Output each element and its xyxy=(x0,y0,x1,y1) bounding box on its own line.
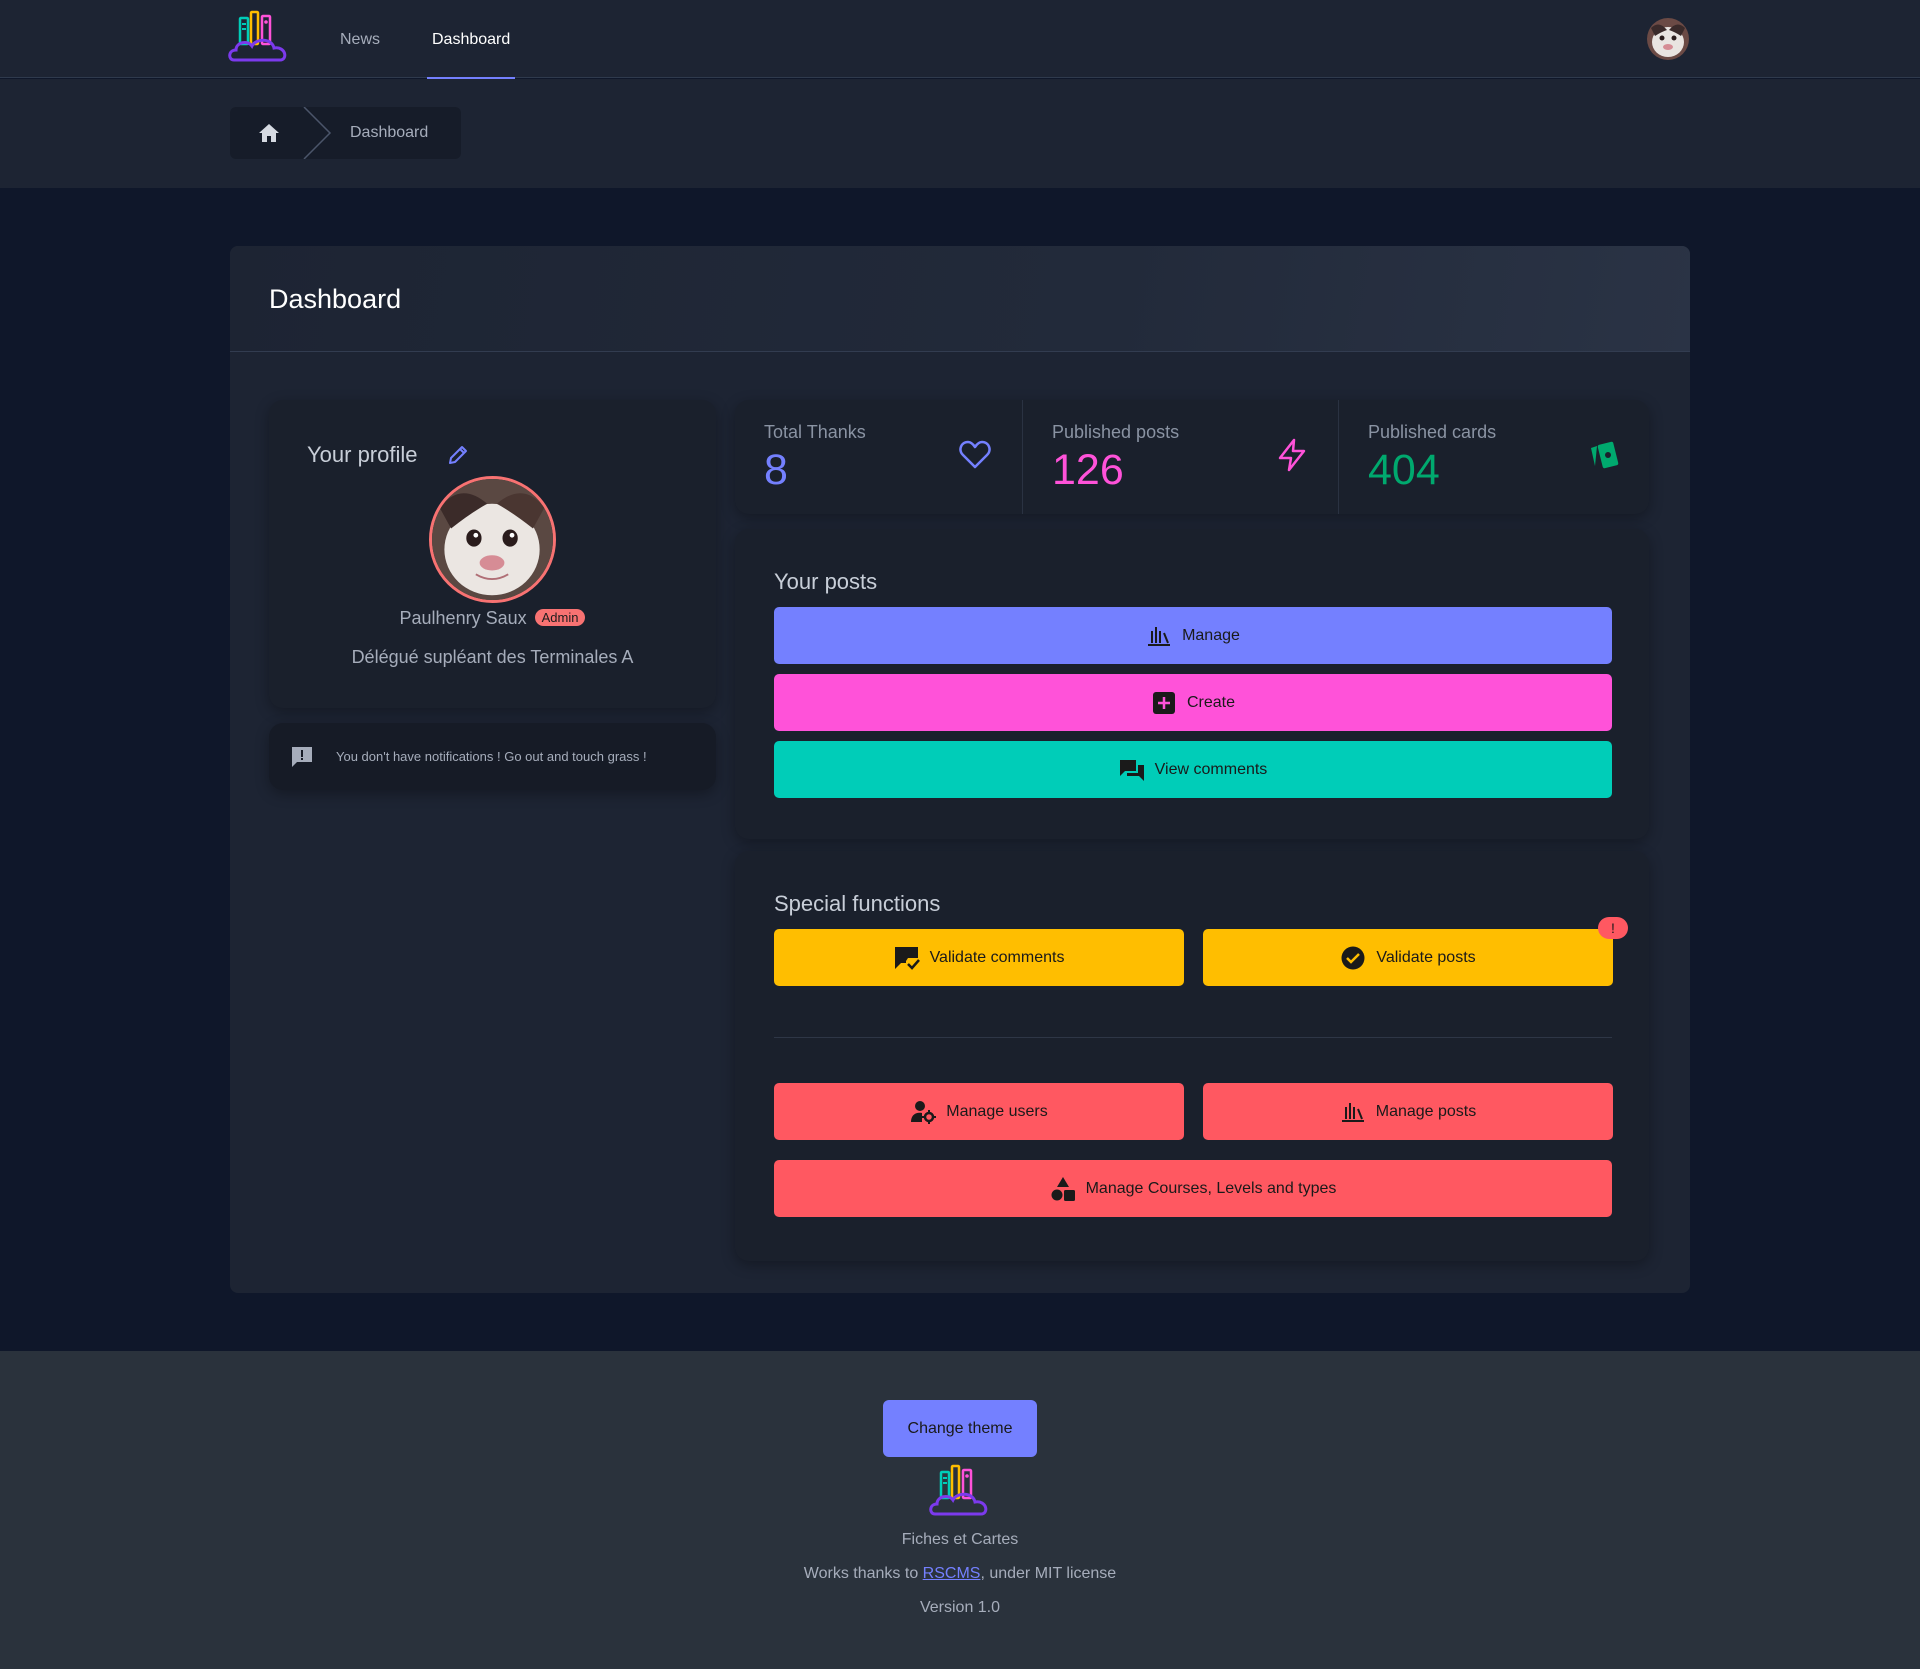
books-cloud-logo xyxy=(929,1464,988,1516)
page-title: Dashboard xyxy=(269,284,402,314)
footer-version: Version 1.0 xyxy=(919,1599,1001,1616)
breadcrumb-current: Dashboard xyxy=(350,124,429,141)
profile-card: Your profile Paulhenry Saux Admin Délégu… xyxy=(269,400,716,708)
announcement-icon xyxy=(292,747,312,767)
dashboard-header: Dashboard xyxy=(230,246,1690,352)
heart-icon xyxy=(959,440,991,469)
user-avatar[interactable] xyxy=(1647,18,1689,60)
user-gear-icon xyxy=(911,1100,937,1124)
stat-value: 126 xyxy=(1052,446,1124,494)
create-post-button[interactable]: Create xyxy=(774,674,1612,731)
button-label: Validate comments xyxy=(929,948,1065,966)
special-functions-card: Special functions Validate comments Vali… xyxy=(735,851,1649,1261)
notification-text: You don't have notifications ! Go out an… xyxy=(336,749,647,764)
credits-suffix: , under MIT license xyxy=(980,1565,1117,1582)
admin-badge: Admin xyxy=(534,609,586,626)
comments-icon xyxy=(1119,759,1144,781)
manage-posts-button[interactable]: Manage xyxy=(774,607,1612,664)
manage-courses-button[interactable]: Manage Courses, Levels and types xyxy=(774,1160,1612,1217)
bar-chart-icon xyxy=(1148,626,1171,646)
stat-title: Published posts xyxy=(1052,422,1180,442)
top-navbar: News Dashboard xyxy=(0,0,1920,79)
check-circle-icon xyxy=(1341,946,1365,969)
notification-alert: You don't have notifications ! Go out an… xyxy=(269,723,716,790)
footer-credits: Works thanks to RSCMS, under MIT license xyxy=(0,1565,1920,1583)
button-label: Manage posts xyxy=(1375,1102,1477,1120)
stat-published-cards: Published cards 404 xyxy=(1338,400,1649,514)
bar-chart-icon xyxy=(1341,1102,1364,1122)
profile-avatar xyxy=(429,476,556,603)
stat-published-posts: Published posts 126 xyxy=(1022,400,1338,514)
stats-panel: Total Thanks 8 Published posts 126 Publi… xyxy=(735,400,1649,514)
rscms-link[interactable]: RSCMS xyxy=(923,1565,981,1582)
shapes-icon xyxy=(1051,1176,1075,1201)
manage-all-posts-button[interactable]: Manage posts xyxy=(1203,1083,1613,1140)
cat-avatar-icon xyxy=(432,479,553,600)
pencil-icon[interactable] xyxy=(447,444,469,466)
profile-name-row: Paulhenry Saux Admin xyxy=(269,608,716,629)
stat-total-thanks: Total Thanks 8 xyxy=(735,400,1022,514)
profile-name: Paulhenry Saux xyxy=(399,608,527,628)
books-cloud-logo[interactable] xyxy=(228,10,290,68)
divider xyxy=(774,1037,1612,1038)
button-label: Manage users xyxy=(946,1102,1048,1120)
validate-posts-button[interactable]: Validate posts xyxy=(1203,929,1613,986)
footer-site-name: Fiches et Cartes xyxy=(901,1531,1019,1548)
manage-users-button[interactable]: Manage users xyxy=(774,1083,1184,1140)
button-label: Manage Courses, Levels and types xyxy=(1085,1179,1337,1197)
breadcrumb-band: Dashboard xyxy=(0,79,1920,188)
stat-value: 8 xyxy=(764,446,788,494)
profile-heading: Your profile xyxy=(307,442,418,467)
lightning-icon xyxy=(1278,438,1306,472)
breadcrumb: Dashboard xyxy=(230,107,461,159)
button-label: Create xyxy=(1186,693,1236,711)
footer: Change theme Fiches et Cartes Works than… xyxy=(0,1351,1920,1669)
view-comments-button[interactable]: View comments xyxy=(774,741,1612,798)
your-posts-card: Your posts Manage Create View comments xyxy=(735,529,1649,839)
stat-title: Total Thanks xyxy=(764,422,866,442)
button-label: Manage xyxy=(1182,626,1240,644)
credits-prefix: Works thanks to xyxy=(803,1565,923,1582)
cat-avatar-icon xyxy=(1647,18,1689,60)
comment-check-icon xyxy=(894,946,920,970)
cards-icon xyxy=(1591,441,1619,469)
change-theme-button[interactable]: Change theme xyxy=(883,1400,1037,1457)
nav-link-dashboard[interactable]: Dashboard xyxy=(427,0,516,79)
stat-value: 404 xyxy=(1368,446,1440,494)
plus-square-icon xyxy=(1152,691,1175,714)
stat-title: Published cards xyxy=(1368,422,1497,442)
home-icon[interactable] xyxy=(258,123,280,143)
profile-role: Délégué supléant des Terminales A xyxy=(351,647,634,667)
nav-link-news[interactable]: News xyxy=(340,0,380,78)
dashboard-card: Dashboard Your profile Paulhenry Saux Ad… xyxy=(230,246,1690,1293)
validate-comments-button[interactable]: Validate comments xyxy=(774,929,1184,986)
button-label: View comments xyxy=(1154,760,1268,778)
button-label: Validate posts xyxy=(1376,948,1476,966)
special-functions-title: Special functions xyxy=(774,891,941,916)
validate-posts-indicator: ! xyxy=(1598,917,1628,939)
chevron-right-separator xyxy=(303,107,332,159)
your-posts-title: Your posts xyxy=(774,569,878,594)
